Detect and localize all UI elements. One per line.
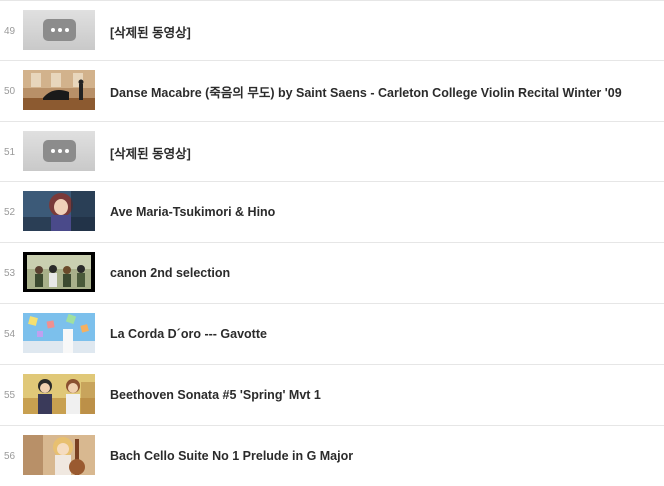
video-title[interactable]: Beethoven Sonata #5 'Spring' Mvt 1	[110, 365, 321, 425]
anime-group-thumbnail	[23, 252, 95, 292]
item-index: 50	[4, 85, 16, 97]
more-dots-icon	[43, 19, 76, 41]
playlist-item[interactable]: 50 Danse Macabre (죽음의 무도) by Saint Saens…	[0, 60, 664, 121]
item-index: 52	[4, 206, 16, 218]
item-index: 49	[4, 25, 16, 37]
anime-girl-thumbnail	[23, 191, 95, 231]
playlist-item[interactable]: 56 Bach Cello Suite No 1 Prelude in G Ma…	[0, 425, 664, 486]
playlist-item[interactable]: 54 La Corda D´oro --- Gavotte	[0, 303, 664, 364]
video-title[interactable]: [삭제된 동영상]	[110, 1, 191, 61]
video-title[interactable]: La Corda D´oro --- Gavotte	[110, 304, 267, 364]
video-thumbnail[interactable]	[23, 191, 95, 231]
item-index: 51	[4, 146, 16, 158]
anime-violin-thumbnail	[23, 374, 95, 414]
video-thumbnail[interactable]	[23, 10, 95, 50]
item-index: 54	[4, 328, 16, 340]
video-title[interactable]: Bach Cello Suite No 1 Prelude in G Major	[110, 426, 353, 486]
video-title[interactable]: canon 2nd selection	[110, 243, 230, 303]
video-title[interactable]: Ave Maria-Tsukimori & Hino	[110, 182, 275, 242]
item-index: 55	[4, 389, 16, 401]
video-thumbnail[interactable]	[23, 313, 95, 353]
video-thumbnail[interactable]	[23, 435, 95, 475]
item-index: 56	[4, 450, 16, 462]
video-title[interactable]: Danse Macabre (죽음의 무도) by Saint Saens - …	[110, 61, 622, 121]
anime-sky-thumbnail	[23, 313, 95, 353]
playlist-item[interactable]: 49 [삭제된 동영상]	[0, 0, 664, 61]
video-title[interactable]: [삭제된 동영상]	[110, 122, 191, 182]
playlist: 49 [삭제된 동영상] 50 Danse Macabre (죽음의 무도) b	[0, 0, 664, 478]
video-thumbnail[interactable]	[23, 374, 95, 414]
item-index: 53	[4, 267, 16, 279]
playlist-item[interactable]: 55 Beethoven Sonata #5 'Spring' Mvt 1	[0, 364, 664, 425]
playlist-item[interactable]: 51 [삭제된 동영상]	[0, 121, 664, 182]
playlist-item[interactable]: 53 canon 2nd selection	[0, 242, 664, 303]
playlist-item[interactable]: 52 Ave Maria-Tsukimori & Hino	[0, 181, 664, 242]
video-thumbnail[interactable]	[23, 70, 95, 110]
anime-cello-thumbnail	[23, 435, 95, 475]
concert-hall-thumbnail	[23, 70, 95, 110]
more-dots-icon	[43, 140, 76, 162]
video-thumbnail[interactable]	[23, 131, 95, 171]
video-thumbnail[interactable]	[23, 252, 95, 292]
